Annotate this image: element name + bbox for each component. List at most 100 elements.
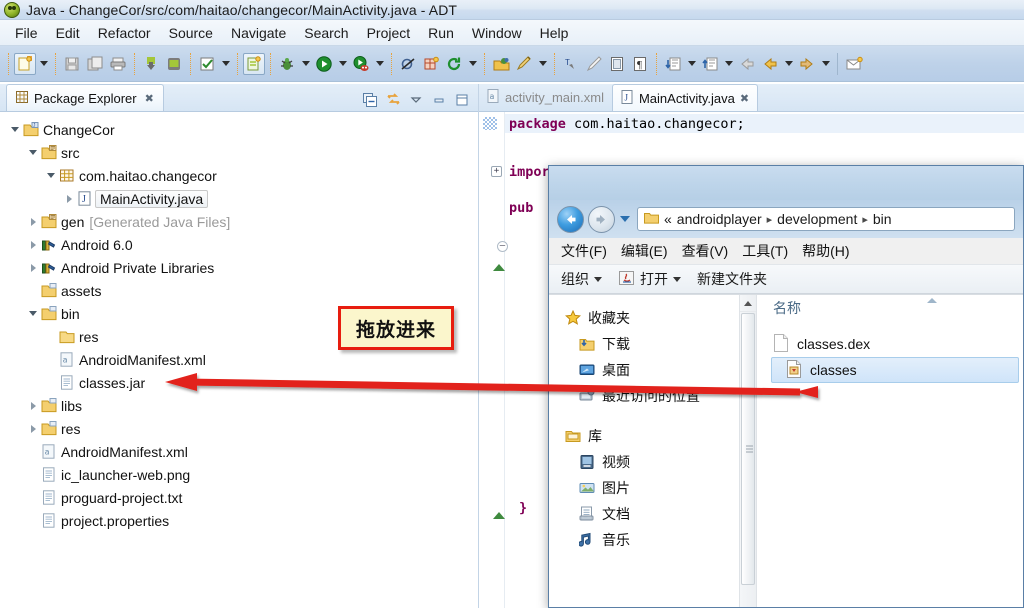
nav-item-5[interactable]: 库: [549, 423, 739, 449]
menu-item-view[interactable]: 查看(V): [682, 241, 729, 261]
new-class-icon[interactable]: [420, 53, 442, 75]
tree-item-ic-launcher-web-png[interactable]: ic_launcher-web.png: [0, 463, 478, 486]
back-gray-icon[interactable]: [736, 53, 758, 75]
run-dropdown[interactable]: [336, 53, 349, 75]
menu-item-help[interactable]: 帮助(H): [802, 241, 849, 261]
list-item[interactable]: classes.dex: [757, 331, 1023, 357]
save-all-icon[interactable]: [84, 53, 106, 75]
debug-dropdown[interactable]: [299, 53, 312, 75]
toggle-mark-icon[interactable]: T: [560, 53, 582, 75]
check-dropdown[interactable]: [219, 53, 232, 75]
breadcrumb-bin[interactable]: bin: [873, 211, 892, 227]
maximize-icon[interactable]: [454, 92, 470, 108]
menu-item-file[interactable]: 文件(F): [561, 241, 607, 261]
tree-item-androidmanifest-xml[interactable]: a AndroidManifest.xml: [0, 348, 478, 371]
tree-item-mainactivity-java[interactable]: J MainActivity.java: [0, 187, 478, 210]
tree-item-res[interactable]: res: [0, 417, 478, 440]
list-item[interactable]: classes: [771, 357, 1019, 383]
fold-collapse-icon[interactable]: –: [497, 241, 508, 252]
tree-item-com-haitao-changecor[interactable]: com.haitao.changecor: [0, 164, 478, 187]
expander-open-icon[interactable]: [26, 311, 40, 316]
menu-item-source[interactable]: Source: [160, 23, 222, 43]
column-header-name[interactable]: 名称: [757, 295, 1023, 321]
back-arrow-icon[interactable]: [557, 205, 584, 233]
collapse-all-icon[interactable]: [362, 92, 378, 108]
tree-item-changecor[interactable]: J ChangeCor: [0, 118, 478, 141]
tab-package-explorer[interactable]: Package Explorer ✖: [6, 84, 164, 111]
editor-gutter[interactable]: [479, 112, 505, 608]
explorer-caption-bar[interactable]: [549, 166, 1023, 200]
previous-annotation-dropdown[interactable]: [722, 53, 735, 75]
menu-item-navigate[interactable]: Navigate: [222, 23, 295, 43]
save-icon[interactable]: [61, 53, 83, 75]
pencil-icon[interactable]: [583, 53, 605, 75]
menu-item-run[interactable]: Run: [419, 23, 463, 43]
tab-activity-main-xml[interactable]: a activity_main.xml: [479, 84, 612, 111]
open-type-icon[interactable]: [490, 53, 512, 75]
expander-open-icon[interactable]: [44, 173, 58, 178]
previous-annotation-icon[interactable]: [699, 53, 721, 75]
file-list-pane[interactable]: 名称 classes.dex classes: [756, 295, 1023, 607]
annotate-dropdown[interactable]: [536, 53, 549, 75]
annotate-icon[interactable]: [513, 53, 535, 75]
next-annotation-dropdown[interactable]: [685, 53, 698, 75]
tree-item-android-private-libraries[interactable]: Android Private Libraries: [0, 256, 478, 279]
tree-item-androidmanifest-xml[interactable]: a AndroidManifest.xml: [0, 440, 478, 463]
android-avd-manager-icon[interactable]: [163, 53, 185, 75]
address-bar[interactable]: « androidplayer ▸ development ▸ bin: [637, 207, 1015, 231]
expander-closed-icon[interactable]: [26, 217, 40, 226]
file-explorer-window[interactable]: « androidplayer ▸ development ▸ bin 文件(F…: [548, 165, 1024, 608]
refresh-dropdown[interactable]: [466, 53, 479, 75]
tree-item-assets[interactable]: assets: [0, 279, 478, 302]
project-tree[interactable]: J ChangeCor src com.haitao.changecor J MainAc…: [0, 112, 478, 608]
nav-item-7[interactable]: 图片: [549, 475, 739, 501]
tree-item-src[interactable]: src: [0, 141, 478, 164]
open-button[interactable]: 打开: [618, 269, 681, 289]
view-menu-icon[interactable]: [408, 92, 424, 108]
forward-icon[interactable]: [796, 53, 818, 75]
menu-item-project[interactable]: Project: [358, 23, 420, 43]
nav-item-3[interactable]: 最近访问的位置: [549, 383, 739, 409]
menu-item-edit[interactable]: Edit: [47, 23, 89, 43]
expander-closed-icon[interactable]: [26, 401, 40, 410]
next-annotation-icon[interactable]: [662, 53, 684, 75]
forward-dropdown[interactable]: [819, 53, 832, 75]
breadcrumb-androidplayer[interactable]: androidplayer: [677, 211, 762, 227]
expander-closed-icon[interactable]: [26, 240, 40, 249]
nav-item-2[interactable]: 桌面: [549, 357, 739, 383]
nav-item-1[interactable]: 下载: [549, 331, 739, 357]
run-icon[interactable]: [313, 53, 335, 75]
tree-item-gen[interactable]: gen [Generated Java Files]: [0, 210, 478, 233]
skip-breakpoints-icon[interactable]: [397, 53, 419, 75]
scrollbar-thumb[interactable]: [741, 313, 755, 585]
expander-closed-icon[interactable]: [62, 194, 76, 203]
back-dropdown[interactable]: [782, 53, 795, 75]
print-icon[interactable]: [107, 53, 129, 75]
menu-item-refactor[interactable]: Refactor: [89, 23, 160, 43]
menu-item-edit[interactable]: 编辑(E): [621, 241, 668, 261]
tree-item-android-6-0[interactable]: Android 6.0: [0, 233, 478, 256]
nav-item-8[interactable]: 文档: [549, 501, 739, 527]
scroll-up-button[interactable]: [740, 295, 756, 312]
debug-icon[interactable]: [276, 53, 298, 75]
nav-item-9[interactable]: 音乐: [549, 527, 739, 553]
menu-item-tools[interactable]: 工具(T): [742, 241, 788, 261]
menu-item-search[interactable]: Search: [295, 23, 357, 43]
paragraph-marks-icon[interactable]: ¶: [629, 53, 651, 75]
close-icon[interactable]: ✖: [145, 92, 154, 105]
minimize-icon[interactable]: [431, 92, 447, 108]
tab-main-activity-java[interactable]: J MainActivity.java ✖: [611, 84, 759, 111]
tree-item-project-properties[interactable]: project.properties: [0, 509, 478, 532]
new-email-icon[interactable]: [843, 53, 865, 75]
navigation-pane-scrollbar[interactable]: [739, 295, 756, 607]
run-coverage-dropdown[interactable]: [373, 53, 386, 75]
new-wizard-dropdown[interactable]: [37, 53, 50, 75]
tree-item-libs[interactable]: libs: [0, 394, 478, 417]
breadcrumb-separator[interactable]: ▸: [862, 213, 868, 226]
check-icon[interactable]: [196, 53, 218, 75]
back-icon[interactable]: [759, 53, 781, 75]
expander-open-icon[interactable]: [26, 150, 40, 155]
new-folder-button[interactable]: 新建文件夹: [697, 269, 767, 289]
breadcrumb-development[interactable]: development: [777, 211, 857, 227]
close-icon[interactable]: ✖: [740, 92, 749, 105]
